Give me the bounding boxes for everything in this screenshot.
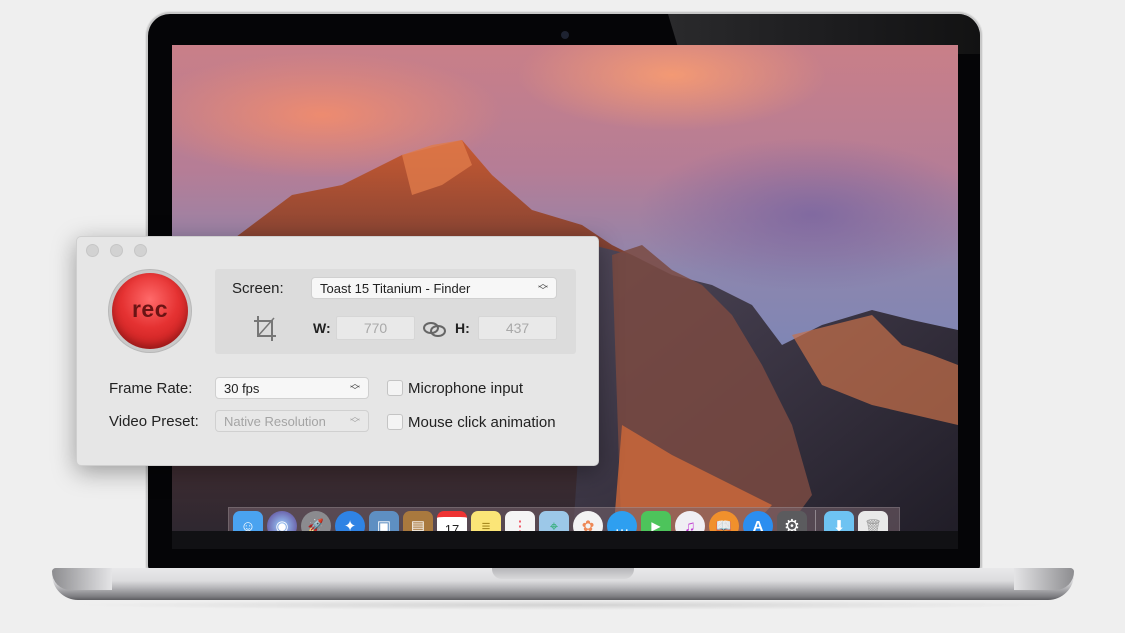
frame-rate-label: Frame Rate:: [109, 380, 193, 397]
record-button[interactable]: rec: [112, 273, 188, 349]
mouse-click-animation-label[interactable]: Mouse click animation: [408, 414, 556, 431]
frame-rate-select[interactable]: 30 fps ︿ ﹀: [215, 377, 369, 399]
laptop-shadow: [70, 600, 1055, 610]
height-input[interactable]: 437: [478, 316, 557, 340]
screen-settings-group: Screen: Toast 15 Titanium - Finder ︿ ﹀ W:…: [215, 269, 576, 354]
video-preset-select[interactable]: Native Resolution ︿ ﹀: [215, 410, 369, 432]
laptop-base: [52, 568, 1074, 600]
base-left-edge: [52, 568, 112, 590]
record-label: rec: [131, 295, 169, 322]
frame-rate-value: 30 fps: [224, 380, 260, 396]
camera: [561, 31, 569, 39]
chevron-updown-icon: ︿ ﹀: [350, 379, 360, 397]
width-input[interactable]: 770: [336, 316, 415, 340]
microphone-input-label[interactable]: Microphone input: [408, 380, 523, 397]
height-label: H:: [455, 320, 470, 336]
screen-selected-value: Toast 15 Titanium - Finder: [320, 280, 471, 296]
microphone-input-checkbox[interactable]: [387, 380, 403, 396]
window-controls: [86, 244, 147, 257]
minimize-button[interactable]: [110, 244, 123, 257]
screen-bottom-bezel: [172, 531, 958, 549]
crop-icon[interactable]: [252, 314, 278, 342]
screen-recorder-window: rec Screen: Toast 15 Titanium - Finder ︿…: [76, 236, 599, 466]
chevron-updown-icon: ︿ ﹀: [350, 412, 360, 430]
zoom-button[interactable]: [134, 244, 147, 257]
link-icon[interactable]: [422, 320, 448, 338]
video-preset-label: Video Preset:: [109, 413, 199, 430]
base-right-edge: [1014, 568, 1074, 590]
chevron-updown-icon: ︿ ﹀: [538, 279, 548, 297]
video-preset-value: Native Resolution: [224, 413, 326, 429]
close-button[interactable]: [86, 244, 99, 257]
width-label: W:: [313, 320, 331, 336]
mouse-click-animation-checkbox[interactable]: [387, 414, 403, 430]
opening-notch: [492, 568, 634, 579]
screen-label: Screen:: [232, 280, 284, 297]
screen-select[interactable]: Toast 15 Titanium - Finder ︿ ﹀: [311, 277, 557, 299]
